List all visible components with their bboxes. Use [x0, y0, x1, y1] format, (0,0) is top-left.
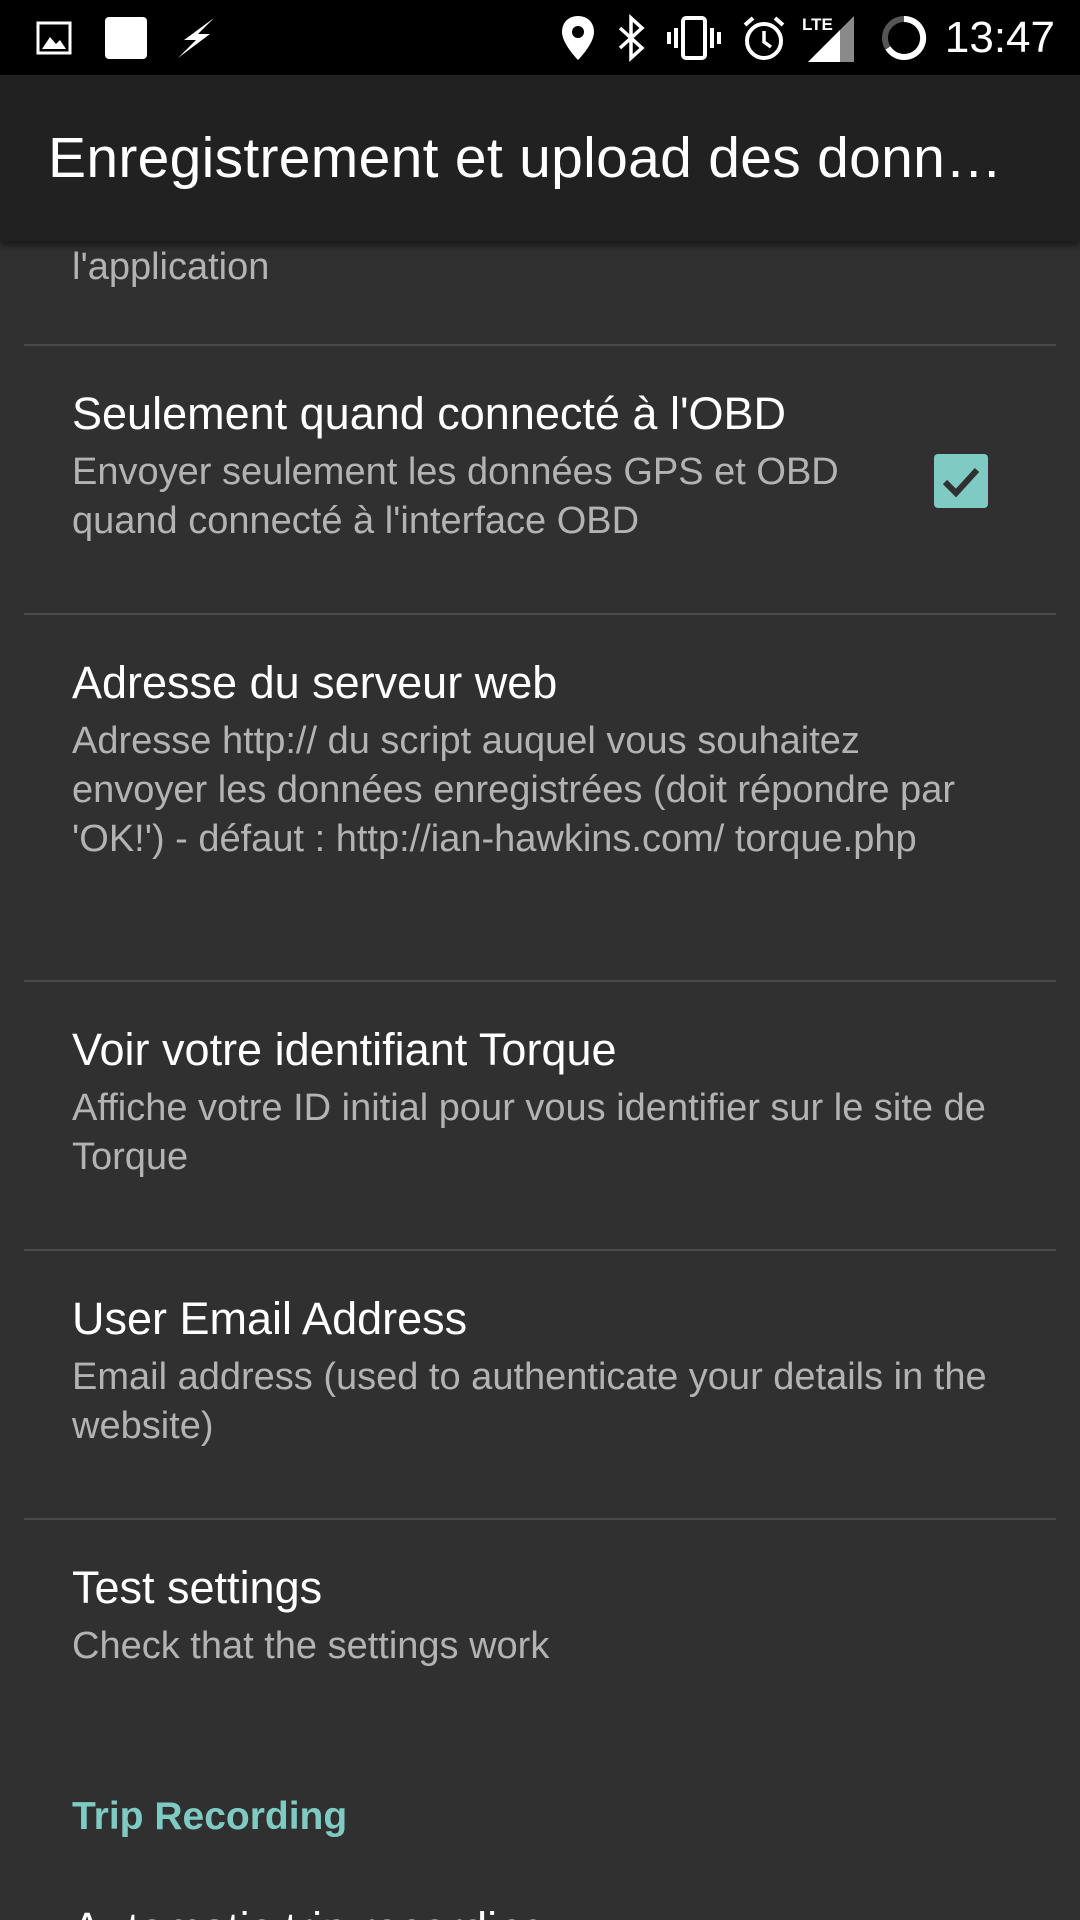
pref-test-settings-title: Test settings [72, 1562, 323, 1613]
location-icon [562, 16, 594, 60]
page-title: Enregistrement et upload des données [48, 126, 1008, 190]
status-bar: LTE 13:47 [0, 0, 1080, 75]
pref-torque-id-summary: Affiche votre ID initial pour vous ident… [72, 1087, 986, 1178]
pref-obd-only-title: Seulement quand connecté à l'OBD [72, 388, 787, 439]
pref-torque-id[interactable]: Voir votre identifiant Torque Affiche vo… [0, 982, 1080, 1250]
pref-server-address-summary: Adresse http:// du script auquel vous so… [72, 720, 955, 860]
category-trip-recording: Trip Recording [72, 1795, 348, 1838]
lte-signal-icon: LTE [802, 15, 854, 62]
pref-obd-only-summary: Envoyer seulement les données GPS et OBD… [72, 451, 839, 542]
previous-item-summary: l'application [72, 246, 270, 288]
square-notification-icon [105, 17, 147, 59]
status-time: 13:47 [944, 13, 1055, 62]
bluetooth-icon [618, 14, 645, 62]
pref-user-email[interactable]: User Email Address Email address (used t… [0, 1251, 1080, 1519]
alarm-icon [743, 16, 785, 60]
checkmark-icon [942, 467, 980, 498]
app-bar: Enregistrement et upload des données [0, 75, 1080, 241]
obd-only-checkbox[interactable] [934, 454, 988, 508]
pref-torque-id-title: Voir votre identifiant Torque [72, 1024, 617, 1075]
pref-test-settings-summary: Check that the settings work [72, 1625, 550, 1667]
pref-automatic-trip-recording[interactable]: Automatic trip recording [0, 1861, 1080, 1920]
loading-ring-icon [882, 15, 927, 60]
image-icon [36, 21, 72, 55]
preferences-list[interactable]: l'application Seulement quand connecté à… [0, 241, 1080, 1920]
pref-server-address[interactable]: Adresse du serveur web Adresse http:// d… [0, 615, 1080, 981]
flash-icon [178, 18, 214, 58]
pref-obd-only[interactable]: Seulement quand connecté à l'OBD Envoyer… [0, 346, 1080, 614]
pref-user-email-summary: Email address (used to authenticate your… [72, 1356, 987, 1447]
network-type-label: LTE [802, 15, 833, 34]
pref-server-address-title: Adresse du serveur web [72, 657, 558, 708]
pref-user-email-title: User Email Address [72, 1293, 468, 1344]
pref-test-settings[interactable]: Test settings Check that the settings wo… [0, 1520, 1080, 1720]
vibrate-icon [667, 16, 721, 60]
pref-automatic-trip-recording-title: Automatic trip recording [72, 1901, 547, 1920]
